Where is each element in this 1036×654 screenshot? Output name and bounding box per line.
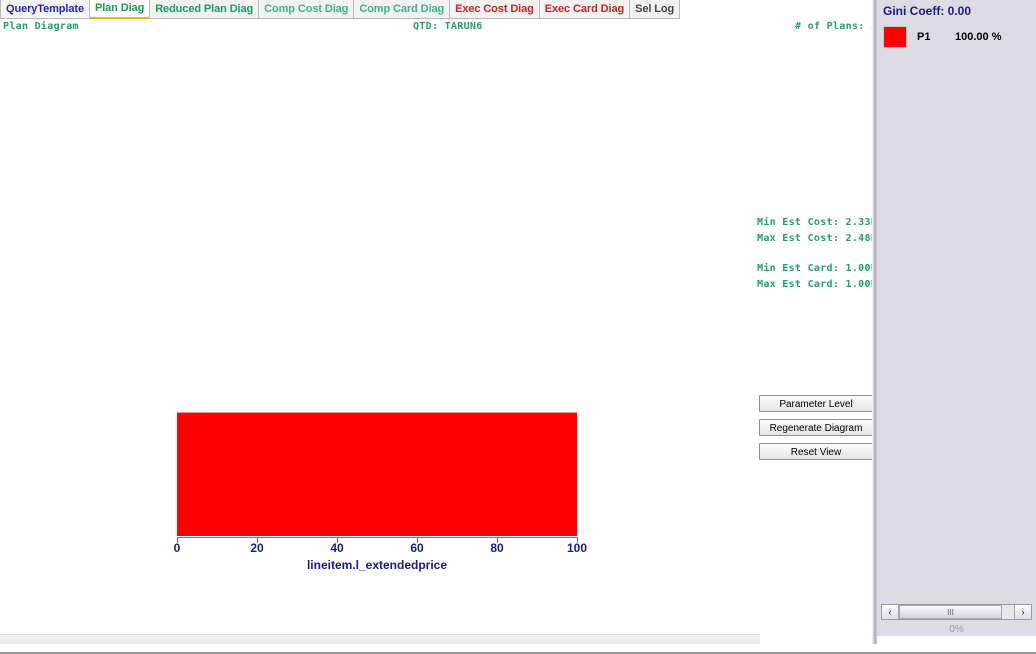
- x-tick-mark: [417, 537, 418, 543]
- estimated-cardinality-stats: Min Est Card: 1.00E0 Max Est Card: 1.00E…: [757, 263, 872, 295]
- scroll-right-arrow-icon[interactable]: ›: [1014, 605, 1031, 619]
- scroll-left-arrow-icon[interactable]: ‹: [882, 605, 899, 619]
- legend-item[interactable]: P1 100.00 %: [883, 26, 1001, 48]
- x-tick-mark: [337, 537, 338, 543]
- legend-horizontal-scrollbar[interactable]: ‹ III ›: [881, 604, 1032, 620]
- tab-querytemplate[interactable]: QueryTemplate: [0, 0, 90, 19]
- x-tick-label: 20: [250, 541, 264, 555]
- plan-bar-p1[interactable]: [177, 412, 577, 536]
- estimated-cost-stats: Min Est Cost: 2.33E5 Max Est Cost: 2.48E…: [757, 217, 872, 249]
- plan-count-label: # of Plans: 1: [795, 21, 872, 32]
- plan-diagram-plot: 0 20 40 60 80 100 lineitem.l_extendedprice: [0, 19, 872, 644]
- legend-color-swatch[interactable]: [883, 26, 907, 48]
- gini-coefficient-label: Gini Coeff: 0.00: [883, 4, 972, 18]
- x-tick-label: 60: [410, 541, 424, 555]
- plan-diagram-window: QueryTemplate Plan Diag Reduced Plan Diag C…: [0, 0, 1036, 654]
- tab-sel-log[interactable]: Sel Log: [630, 0, 681, 19]
- tab-comp-cost-diag[interactable]: Comp Cost Diag: [259, 0, 355, 19]
- legend-panel: Gini Coeff: 0.00 P1 100.00 % ‹ III › 0%: [877, 0, 1036, 644]
- tab-bar: QueryTemplate Plan Diag Reduced Plan Diag C…: [0, 0, 872, 19]
- tab-exec-cost-diag[interactable]: Exec Cost Diag: [450, 0, 540, 19]
- tab-comp-card-diag[interactable]: Comp Card Diag: [354, 0, 451, 19]
- x-axis-title: lineitem.l_extendedprice: [306, 558, 448, 572]
- scrollbar-thumb[interactable]: III: [899, 605, 1002, 619]
- max-est-card-label: Max Est Card: 1.00E0: [757, 279, 872, 290]
- x-tick-mark: [577, 537, 578, 543]
- x-tick-label: 100: [566, 541, 588, 555]
- reset-view-button[interactable]: Reset View: [759, 443, 872, 460]
- tab-exec-card-diag[interactable]: Exec Card Diag: [539, 0, 631, 19]
- scroll-percent-label: 0%: [949, 624, 964, 635]
- x-axis-line: [177, 537, 577, 538]
- page-title: Plan Diagram: [3, 21, 79, 32]
- action-button-group: Parameter Level Regenerate Diagram Reset…: [759, 395, 872, 467]
- legend-plan-name: P1: [917, 31, 931, 43]
- x-tick-label: 80: [490, 541, 504, 555]
- query-template-id: QTD: TARUN6: [413, 21, 483, 32]
- max-est-cost-label: Max Est Cost: 2.48E5: [757, 233, 872, 244]
- x-tick-mark: [497, 537, 498, 543]
- canvas-footer-strip: [0, 634, 760, 644]
- min-est-card-label: Min Est Card: 1.00E0: [757, 263, 872, 274]
- tab-plan-diag[interactable]: Plan Diag: [89, 0, 151, 19]
- x-tick-mark: [257, 537, 258, 543]
- regenerate-diagram-button[interactable]: Regenerate Diagram: [759, 419, 872, 436]
- tab-reduced-plan-diag[interactable]: Reduced Plan Diag: [150, 0, 260, 19]
- min-est-cost-label: Min Est Cost: 2.33E5: [757, 217, 872, 228]
- x-tick-label: 40: [330, 541, 344, 555]
- legend-plan-percent: 100.00 %: [955, 31, 1002, 43]
- scrollbar-track[interactable]: III: [899, 605, 1014, 619]
- plan-diagram-canvas: Plan Diagram QTD: TARUN6 # of Plans: 1 M…: [0, 19, 872, 644]
- panel-bottom-filler: [877, 636, 1036, 644]
- x-tick-mark: [177, 537, 178, 543]
- parameter-level-button[interactable]: Parameter Level: [759, 395, 872, 412]
- x-tick-label: 0: [173, 541, 181, 555]
